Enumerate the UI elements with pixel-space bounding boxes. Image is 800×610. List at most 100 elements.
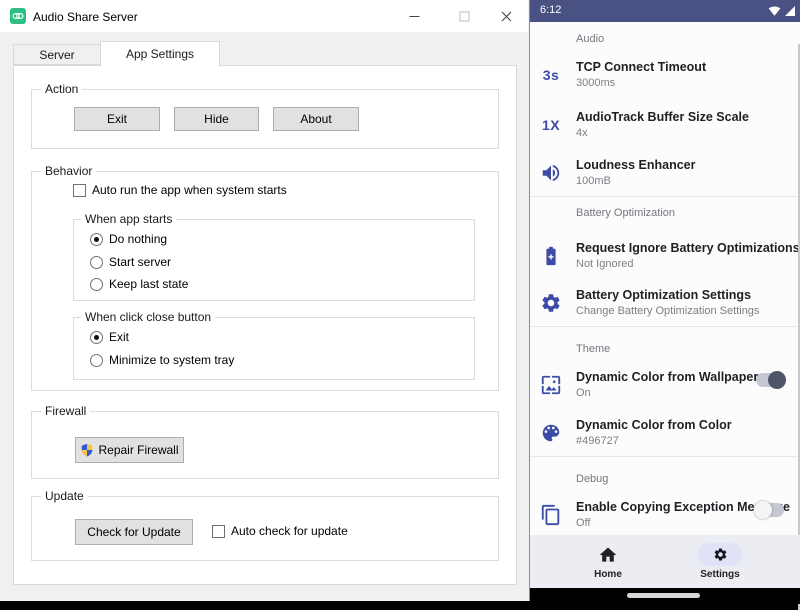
tcp-timeout-icon: 3s [535,60,567,90]
tab-server-label: Server [39,48,74,62]
title-bar: Audio Share Server [0,0,528,32]
cellular-signal-icon [784,5,796,17]
autorun-checkbox[interactable]: Auto run the app when system starts [73,183,287,197]
setting-subtitle: Not Ignored [576,258,633,270]
divider [530,456,800,457]
wallpaper-color-toggle[interactable] [756,373,784,387]
firewall-group: Firewall Repair Firewall [31,411,499,479]
bottom-navigation: Home Settings [530,535,800,588]
checkbox-box [73,184,86,197]
about-button[interactable]: About [273,107,359,131]
behavior-group-label: Behavior [41,164,96,179]
maximize-button[interactable] [444,0,484,32]
close-button[interactable] [486,0,526,32]
setting-dynamic-color-color[interactable]: Dynamic Color from Color #496727 [530,417,800,453]
when-app-starts-group: When app starts Do nothing Start server … [73,219,475,301]
phone-screen: 6:12 Audio 3s TCP Connect Timeout 3000ms… [530,0,800,604]
gesture-bar [530,588,800,604]
radio-do-nothing-label: Do nothing [109,232,167,246]
toggle-knob [768,371,786,389]
nav-settings-label: Settings [660,569,780,580]
radio-start-server-label: Start server [109,255,171,269]
tab-server[interactable]: Server [13,44,101,65]
autorun-checkbox-label: Auto run the app when system starts [92,183,287,197]
setting-subtitle: #496727 [576,435,619,447]
desktop-window: Audio Share Server Server App Settings A… [0,0,530,601]
nav-home-label: Home [548,569,668,580]
tab-app-settings[interactable]: App Settings [100,41,220,67]
copy-exception-toggle[interactable] [756,503,784,517]
radio-close-exit[interactable]: Exit [90,330,129,344]
hide-button[interactable]: Hide [174,107,259,131]
setting-subtitle: Off [576,517,590,529]
radio-circle [90,354,103,367]
setting-title: Battery Optimization Settings [576,288,751,302]
repair-firewall-label: Repair Firewall [98,443,178,457]
buffer-scale-icon: 1X [535,110,567,140]
radio-minimize-tray[interactable]: Minimize to system tray [90,353,234,367]
auto-check-update-checkbox[interactable]: Auto check for update [212,524,348,538]
palette-icon [535,418,567,448]
repair-firewall-button[interactable]: Repair Firewall [75,437,184,463]
divider [530,196,800,197]
radio-keep-last-state[interactable]: Keep last state [90,277,188,291]
setting-subtitle: 4x [576,127,588,139]
setting-loudness-enhancer[interactable]: Loudness Enhancer 100mB [530,157,800,193]
volume-icon [535,158,567,188]
check-update-label: Check for Update [87,525,180,539]
section-header-battery: Battery Optimization [576,207,675,219]
check-for-update-button[interactable]: Check for Update [75,519,193,545]
hide-button-label: Hide [204,112,229,126]
minimize-button[interactable] [394,0,434,32]
radio-start-server[interactable]: Start server [90,255,171,269]
setting-subtitle: Change Battery Optimization Settings [576,305,759,317]
gear-icon [713,547,728,562]
section-header-theme: Theme [576,343,610,355]
radio-keep-last-state-label: Keep last state [109,277,188,291]
checkbox-box [212,525,225,538]
radio-circle [90,331,103,344]
nav-settings[interactable]: Settings [660,535,780,588]
gear-icon [535,288,567,318]
toggle-knob [754,501,772,519]
section-header-audio: Audio [576,33,604,45]
update-group-label: Update [41,489,88,504]
setting-title: Dynamic Color from Wallpaper [576,370,758,384]
setting-battery-optimization-settings[interactable]: Battery Optimization Settings Change Bat… [530,287,800,323]
setting-request-ignore-battery[interactable]: Request Ignore Battery Optimizations Not… [530,240,800,276]
setting-title: Dynamic Color from Color [576,418,732,432]
settings-list: Audio 3s TCP Connect Timeout 3000ms 1X A… [530,22,800,535]
about-button-label: About [300,112,331,126]
when-app-starts-label: When app starts [81,212,176,227]
when-close-label: When click close button [81,310,215,325]
update-group: Update Check for Update Auto check for u… [31,496,499,561]
setting-title: AudioTrack Buffer Size Scale [576,110,749,124]
radio-circle [90,278,103,291]
setting-subtitle: 100mB [576,175,611,187]
home-icon [598,545,618,565]
radio-circle [90,256,103,269]
section-header-debug: Debug [576,473,608,485]
divider [530,326,800,327]
action-group-label: Action [41,82,82,97]
nav-home[interactable]: Home [548,535,668,588]
app-settings-panel: Action Exit Hide About Behavior Auto run… [13,65,517,585]
status-time: 6:12 [540,4,561,16]
wifi-icon [768,5,781,17]
exit-button-label: Exit [107,112,127,126]
gesture-pill[interactable] [627,593,700,598]
setting-subtitle: On [576,387,591,399]
setting-audiotrack-buffer-scale[interactable]: 1X AudioTrack Buffer Size Scale 4x [530,109,800,145]
setting-title: TCP Connect Timeout [576,60,706,74]
uac-shield-icon [80,442,94,458]
exit-button[interactable]: Exit [74,107,160,131]
copy-icon [535,500,567,530]
when-close-group: When click close button Exit Minimize to… [73,317,475,380]
app-logo-icon [10,8,26,24]
radio-do-nothing[interactable]: Do nothing [90,232,167,246]
setting-tcp-connect-timeout[interactable]: 3s TCP Connect Timeout 3000ms [530,59,800,95]
action-group: Action Exit Hide About [31,89,499,149]
firewall-group-label: Firewall [41,404,90,419]
radio-minimize-tray-label: Minimize to system tray [109,353,234,367]
nav-home-pill [586,543,630,566]
